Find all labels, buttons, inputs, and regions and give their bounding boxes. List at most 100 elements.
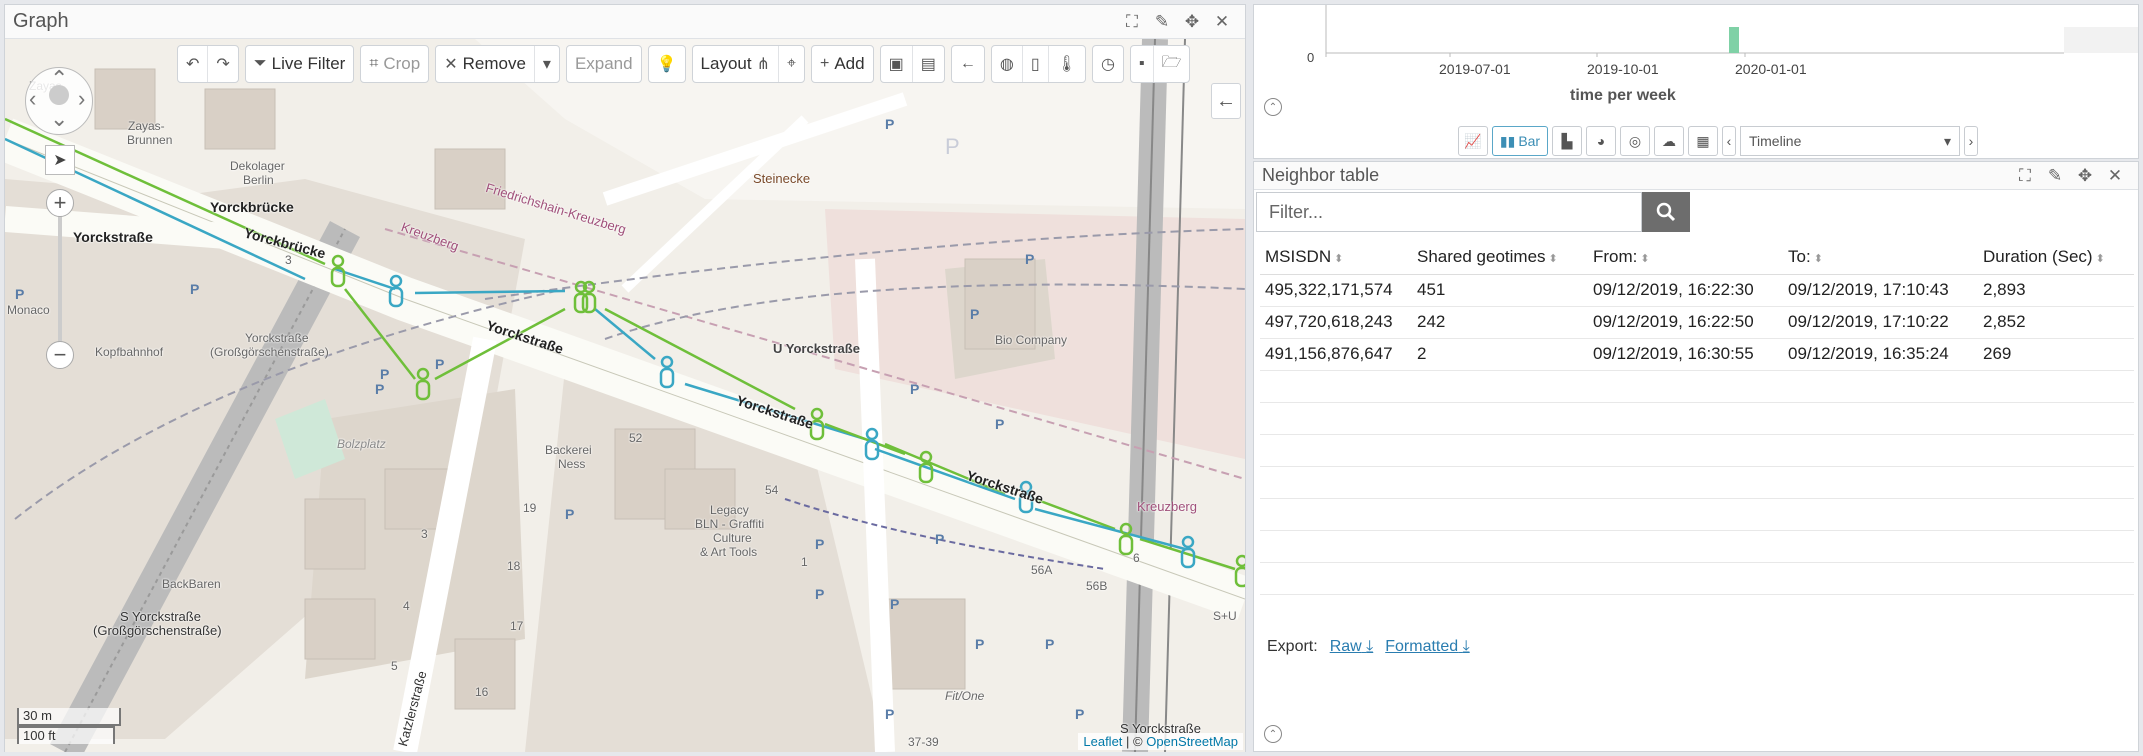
svg-text:P: P — [910, 381, 919, 397]
image-view-icon[interactable]: ▣ — [881, 46, 913, 82]
remove-label: Remove — [462, 54, 526, 73]
lightbulb-group: 💡 — [647, 45, 686, 83]
map-label-n19: 19 — [523, 501, 537, 515]
search-button[interactable] — [1642, 192, 1690, 232]
timeline-select[interactable]: Timeline ▾ — [1740, 126, 1960, 156]
move-icon[interactable]: ✥ — [2070, 161, 2100, 191]
column-shared-geotimes[interactable]: Shared geotimes ⬍ — [1412, 240, 1588, 275]
osm-link[interactable]: OpenStreetMap — [1146, 734, 1238, 749]
sort-icon[interactable]: ⬍ — [1549, 253, 1558, 265]
back-arrow-icon[interactable]: ← — [952, 46, 984, 82]
map-label-n18: 18 — [507, 559, 521, 573]
timeline-prev-icon[interactable]: ‹ — [1722, 126, 1736, 156]
map-icon[interactable]: ▯ — [1023, 46, 1049, 82]
column-duration[interactable]: Duration (Sec) ⬍ — [1978, 240, 2134, 275]
crop-button[interactable]: ⌗ Crop — [361, 46, 428, 82]
globe-icon[interactable]: ◍ — [992, 46, 1023, 82]
clock-icon[interactable]: ◷ — [1093, 46, 1123, 82]
cell-duration: 2,893 — [1978, 274, 2134, 307]
map-label-monaco: Monaco — [7, 303, 50, 317]
pan-right-icon[interactable]: › — [78, 86, 85, 112]
empty-row — [1260, 370, 2134, 403]
column-msisdn[interactable]: MSISDN ⬍ — [1260, 240, 1412, 275]
graph-panel-header: Graph ⛶ ✎ ✥ ✕ — [5, 5, 1245, 39]
remove-button[interactable]: ✕ Remove — [436, 46, 535, 82]
bar-chart-button[interactable]: ▮▮ Bar — [1492, 126, 1548, 156]
zoom-out-button[interactable]: − — [46, 341, 74, 369]
map-attribution: Leaflet | © OpenStreetMap — [1078, 733, 1243, 750]
edit-icon[interactable]: ✎ — [2040, 161, 2070, 191]
close-icon[interactable]: ✕ — [2100, 161, 2130, 191]
save-icon[interactable]: ▪ — [1131, 46, 1154, 82]
scale-imperial: 100 ft — [17, 726, 115, 744]
map-label-culture: Culture — [713, 531, 752, 545]
table-row[interactable]: 491,156,876,647 2 09/12/2019, 16:30:55 0… — [1260, 338, 2134, 371]
pie-chart-icon[interactable]: ◕ — [1586, 126, 1616, 156]
zoom-in-button[interactable]: + — [46, 189, 74, 217]
live-filter-button[interactable]: ⏷ Live Filter — [246, 46, 354, 82]
edit-icon[interactable]: ✎ — [1147, 7, 1177, 37]
pan-center-icon[interactable] — [49, 85, 69, 105]
expand-icon[interactable]: ⛶ — [1117, 7, 1147, 37]
svg-text:P: P — [435, 356, 444, 372]
column-from[interactable]: From: ⬍ — [1588, 240, 1783, 275]
close-icon[interactable]: ✕ — [1207, 7, 1237, 37]
leaflet-link[interactable]: Leaflet — [1083, 734, 1122, 749]
timeline-next-icon[interactable]: › — [1964, 126, 1978, 156]
svg-text:P: P — [380, 366, 389, 382]
download-icon: ⤓ — [1462, 638, 1470, 655]
pan-left-icon[interactable]: ‹ — [29, 86, 36, 112]
pan-control[interactable]: ⌃ ⌄ ‹ › — [25, 66, 93, 135]
export-formatted-link[interactable]: Formatted ⤓ — [1385, 638, 1469, 656]
cell-to: 09/12/2019, 16:35:24 — [1783, 338, 1978, 371]
table-icon[interactable]: ▦ — [1688, 126, 1718, 156]
empty-row — [1260, 434, 2134, 467]
svg-text:P: P — [190, 281, 199, 297]
cloud-icon[interactable]: ☁ — [1654, 126, 1684, 156]
collapse-up-icon[interactable]: ⌃ — [1264, 98, 1282, 116]
thermometer-icon[interactable]: 🌡 — [1049, 46, 1085, 82]
line-chart-icon[interactable]: 📈 — [1458, 126, 1488, 156]
select-pointer-icon[interactable]: ➤ — [45, 145, 75, 175]
map-view[interactable]: PPP PPP PPP PPP PPP PPP P P Zayas- Zayas… — [5, 39, 1245, 752]
svg-text:P: P — [975, 636, 984, 652]
table-row[interactable]: 497,720,618,243 242 09/12/2019, 16:22:50… — [1260, 306, 2134, 339]
table-row[interactable]: 495,322,171,574 451 09/12/2019, 16:22:30… — [1260, 274, 2134, 307]
svg-text:P: P — [885, 706, 894, 722]
column-label: MSISDN — [1265, 246, 1332, 266]
sort-icon[interactable]: ⬍ — [1814, 253, 1823, 265]
sort-icon[interactable]: ⬍ — [1334, 253, 1343, 265]
map-base: PPP PPP PPP PPP PPP PPP P P — [5, 39, 1245, 752]
sort-icon[interactable]: ⬍ — [1640, 253, 1649, 265]
add-button[interactable]: + Add — [812, 46, 873, 82]
lightbulb-icon[interactable]: 💡 — [649, 46, 685, 82]
screen-view-icon[interactable]: ▤ — [913, 46, 944, 82]
export-raw-link[interactable]: Raw ⤓ — [1330, 638, 1374, 656]
zoom-slider-track[interactable] — [58, 197, 62, 347]
filter-input[interactable] — [1256, 192, 1642, 232]
empty-row — [1260, 530, 2134, 563]
expand-button[interactable]: Expand — [567, 46, 641, 82]
map-label-gross-2: (Großgörschenstraße) — [93, 623, 222, 638]
layout-button[interactable]: Layout ⋔ — [693, 46, 779, 82]
remove-dropdown-icon[interactable]: ▾ — [535, 46, 559, 82]
move-icon[interactable]: ✥ — [1177, 7, 1207, 37]
folder-open-icon[interactable]: 🗁 — [1154, 46, 1190, 82]
histogram-bar[interactable] — [1729, 27, 1739, 53]
map-label-art-tools: & Art Tools — [700, 545, 758, 559]
sort-icon[interactable]: ⬍ — [2096, 253, 2105, 265]
collapse-up-icon[interactable]: ⌃ — [1264, 725, 1282, 743]
collapse-panel-icon[interactable]: ← — [1211, 83, 1241, 119]
redo-icon[interactable]: ↷ — [208, 46, 237, 82]
undo-icon[interactable]: ↶ — [178, 46, 209, 82]
pan-down-icon[interactable]: ⌄ — [50, 106, 68, 132]
histogram-icon[interactable]: ▙ — [1552, 126, 1582, 156]
histogram-panel: 0 2019-07-01 2019-10-01 2020-01-01 time … — [1253, 4, 2139, 159]
layout-target-icon[interactable]: ⌖ — [779, 46, 804, 82]
column-to[interactable]: To: ⬍ — [1783, 240, 1978, 275]
map-label-bolzplatz: Bolzplatz — [337, 437, 386, 451]
target-icon[interactable]: ◎ — [1620, 126, 1650, 156]
expand-icon[interactable]: ⛶ — [2010, 161, 2040, 191]
export-label: Export: — [1267, 638, 1318, 655]
column-label: To: — [1788, 246, 1811, 266]
